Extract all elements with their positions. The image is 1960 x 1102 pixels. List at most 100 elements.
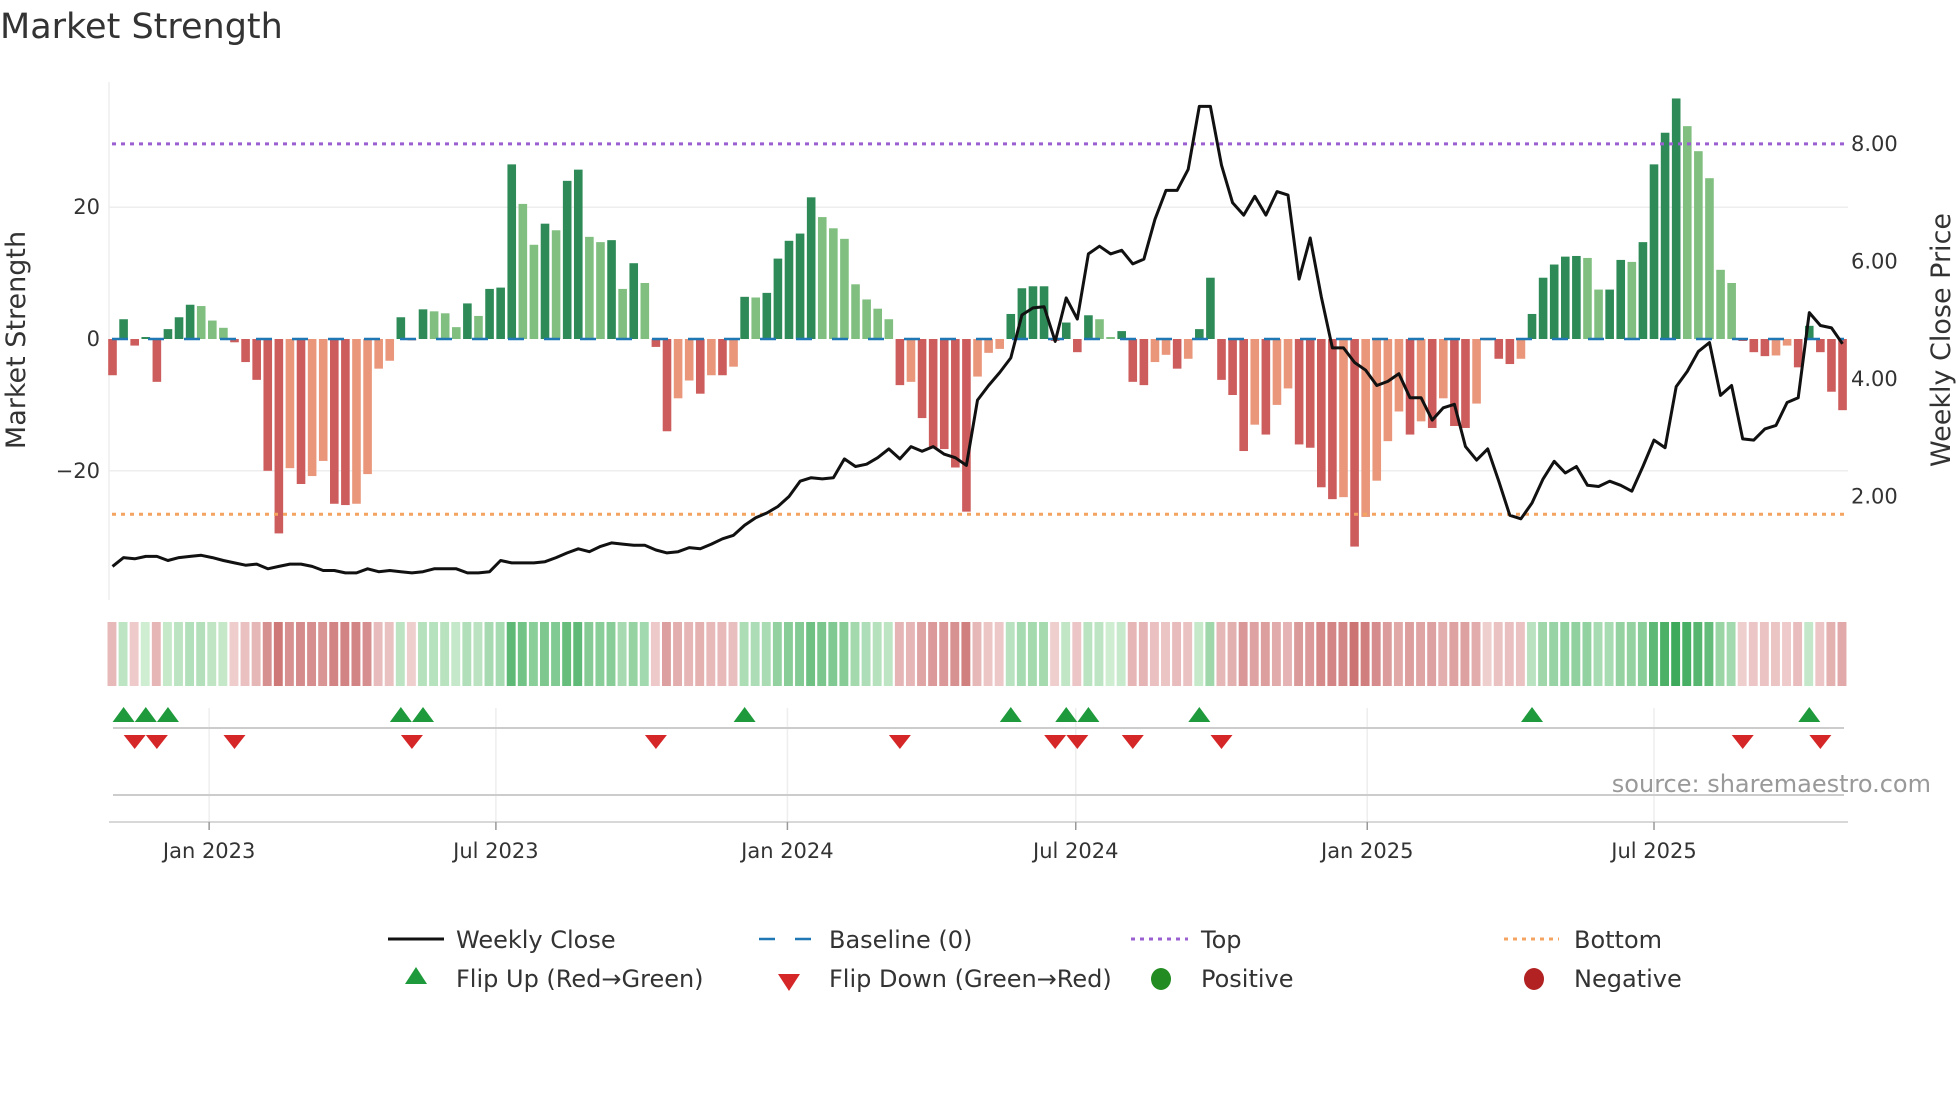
heat-cell [939,622,949,686]
strength-bar [1793,339,1803,368]
heat-cell [1527,622,1536,686]
heat-cell [1194,622,1204,686]
heat-cell [540,622,549,686]
strength-bar [185,304,195,339]
strength-bar [1416,339,1426,422]
negative-dot-icon [1524,968,1544,990]
strength-bar [1095,319,1104,339]
heat-cell [573,622,583,686]
strength-bar [119,319,128,339]
heat-cell [1493,622,1503,686]
heat-cell [1305,622,1315,686]
strength-bar [1317,339,1326,488]
strength-bar [1028,286,1038,339]
heat-cell [1405,622,1414,686]
strength-bar [485,288,494,339]
heat-cell [296,622,305,686]
heat-cell [1571,622,1581,686]
strength-bar [1505,339,1515,365]
heat-cell [1371,622,1381,686]
strength-bar [1782,339,1792,346]
strength-bar [1538,277,1548,339]
strength-bar [130,339,139,346]
strength-bar [330,339,339,504]
legend-weekly-close[interactable]: Weekly Close [388,926,616,954]
flip-up-marker [1077,707,1100,722]
heat-cell [1227,622,1237,686]
heat-cell [1161,622,1170,686]
strength-bar [718,339,727,376]
heat-cell [894,622,904,686]
heat-cell [129,622,139,686]
heat-cell [1737,622,1747,686]
heat-cell [1771,622,1780,686]
strength-bar [152,339,162,382]
triangle-up-icon [405,967,427,984]
strength-bar [1527,313,1537,339]
heat-cell [1249,622,1259,686]
heat-cell [1549,622,1559,686]
heat-cell [229,622,239,686]
heat-cell [1427,622,1437,686]
heat-cell [1815,622,1825,686]
heat-cell [495,622,505,686]
heat-cell [1482,622,1492,686]
strength-bar [174,317,184,339]
heat-cell [950,622,960,686]
heat-cell [1039,622,1048,686]
heat-cell [1837,622,1847,686]
strength-bar [1682,126,1692,339]
strength-bar [352,339,361,504]
heat-cell [1083,622,1093,686]
strength-bar [1084,315,1093,339]
strength-bar [1549,264,1559,339]
heat-cell [850,622,860,686]
legend-top[interactable]: Top [1131,926,1242,954]
strength-bar [363,339,372,475]
heat-cell [1216,622,1226,686]
legend-negative[interactable]: Negative [1524,965,1682,993]
legend-positive[interactable]: Positive [1151,965,1294,993]
flip-down-marker [145,735,168,749]
right-axis-ticks: 8.00 6.00 4.00 2.00 [1851,132,1898,509]
strength-bar [1727,282,1736,339]
heat-cell [1604,622,1614,686]
strength-bar [1239,339,1248,452]
heat-cell [861,622,871,686]
market-strength-chart: Market Strength 200−20 8.006.004.002.00 … [0,7,1957,993]
heat-cell [551,622,560,686]
flip-down-marker [123,735,146,749]
heat-cell [983,622,993,686]
heat-cell [107,622,117,686]
heat-cell [1704,622,1714,686]
strength-bar [307,339,317,477]
legend-baseline[interactable]: Baseline (0) [759,926,972,954]
strength-bar [241,339,250,363]
strength-bar [906,339,916,382]
strength-bar [1583,257,1592,339]
strength-bar [1217,339,1226,380]
legend-bottom[interactable]: Bottom [1504,926,1662,954]
legend-flip-up[interactable]: Flip Up (Red→Green) [405,965,704,993]
flip-down-marker [223,735,246,749]
heat-cell [584,622,594,686]
strength-bar [451,327,461,339]
strength-bar [928,339,938,448]
strength-bar [1261,339,1271,435]
legend-flip-down[interactable]: Flip Down (Green→Red) [778,965,1112,993]
flip-up-marker [1055,707,1078,722]
heat-cell [1016,622,1026,686]
heat-cell [1205,622,1215,686]
heat-cell [451,622,461,686]
heat-cell [1449,622,1459,686]
strength-bar [573,169,583,339]
flip-up-marker [112,707,135,722]
strength-bar [1816,339,1825,353]
strength-bar [962,339,971,512]
heat-cell [1094,622,1104,686]
strength-bar [1150,339,1160,363]
flip-up-marker [999,707,1022,722]
triangle-down-icon [778,974,800,991]
heat-cell [1349,622,1359,686]
strength-bar [1494,339,1504,359]
